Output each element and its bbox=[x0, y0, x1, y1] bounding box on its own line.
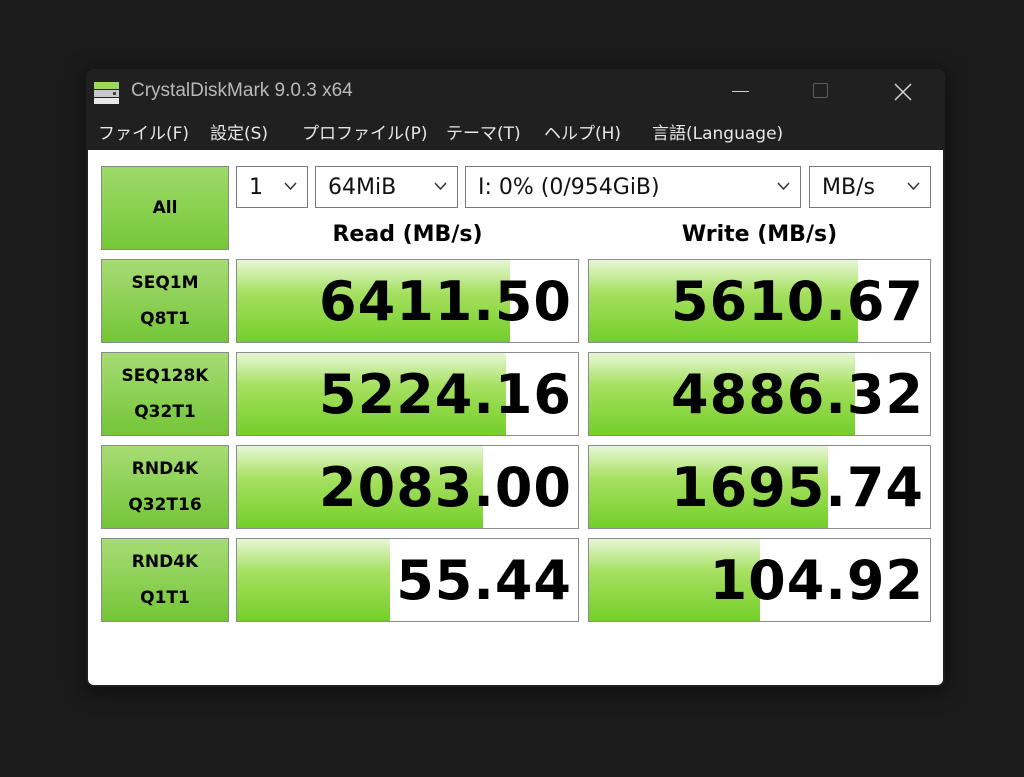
chevron-down-icon bbox=[434, 182, 447, 191]
test-params: Q32T1 bbox=[134, 402, 196, 422]
write-result: 104.92 bbox=[588, 538, 931, 622]
unit-value: MB/s bbox=[822, 174, 875, 200]
test-name: SEQ1M bbox=[131, 273, 199, 293]
test-name: SEQ128K bbox=[121, 366, 209, 386]
test-name: RND4K bbox=[131, 552, 199, 572]
test-size-select[interactable]: 64MiB bbox=[315, 166, 458, 208]
test-button-rnd4k-q32t16[interactable]: RND4K Q32T16 bbox=[101, 445, 229, 529]
test-params: Q8T1 bbox=[140, 309, 190, 329]
read-result: 5224.16 bbox=[236, 352, 579, 436]
write-result: 5610.67 bbox=[588, 259, 931, 343]
write-result: 4886.32 bbox=[588, 352, 931, 436]
read-value: 2083.00 bbox=[319, 456, 572, 519]
write-column-header: Write (MB/s) bbox=[681, 222, 838, 247]
unit-select[interactable]: MB/s bbox=[809, 166, 931, 208]
chevron-down-icon bbox=[907, 182, 920, 191]
app-window: CrystalDiskMark 9.0.3 x64 ファイル(F) 設定(S) … bbox=[86, 69, 945, 687]
read-value: 5224.16 bbox=[319, 363, 572, 426]
read-result: 6411.50 bbox=[236, 259, 579, 343]
chevron-down-icon bbox=[284, 182, 297, 191]
chevron-down-icon bbox=[777, 182, 790, 191]
test-params: Q1T1 bbox=[140, 588, 190, 608]
menu-settings[interactable]: 設定(S) bbox=[210, 119, 268, 144]
write-value: 5610.67 bbox=[671, 270, 924, 333]
main-panel: All 1 64MiB I: 0% (0/954GiB) MB/s Read (… bbox=[88, 150, 943, 685]
minimize-icon bbox=[732, 91, 749, 92]
write-value: 104.92 bbox=[709, 549, 924, 612]
test-button-rnd4k-q1t1[interactable]: RND4K Q1T1 bbox=[101, 538, 229, 622]
close-icon bbox=[894, 83, 912, 101]
title-bar[interactable]: CrystalDiskMark 9.0.3 x64 bbox=[86, 69, 945, 115]
drive-select[interactable]: I: 0% (0/954GiB) bbox=[465, 166, 801, 208]
test-count-value: 1 bbox=[249, 174, 263, 200]
minimize-button[interactable] bbox=[712, 69, 770, 115]
read-result: 55.44 bbox=[236, 538, 579, 622]
menu-file[interactable]: ファイル(F) bbox=[98, 119, 189, 144]
test-name: RND4K bbox=[131, 459, 199, 479]
maximize-icon bbox=[813, 83, 828, 98]
close-button[interactable] bbox=[874, 69, 932, 115]
read-value: 55.44 bbox=[396, 549, 572, 612]
read-value: 6411.50 bbox=[319, 270, 572, 333]
write-value: 4886.32 bbox=[671, 363, 924, 426]
window-title: CrystalDiskMark 9.0.3 x64 bbox=[131, 80, 353, 101]
all-button[interactable]: All bbox=[101, 166, 229, 250]
menu-profile[interactable]: プロファイル(P) bbox=[302, 119, 428, 144]
menu-theme[interactable]: テーマ(T) bbox=[446, 119, 521, 144]
menu-language[interactable]: 言語(Language) bbox=[652, 119, 783, 144]
drive-value: I: 0% (0/954GiB) bbox=[478, 174, 660, 200]
menu-bar: ファイル(F) 設定(S) プロファイル(P) テーマ(T) ヘルプ(H) 言語… bbox=[86, 117, 945, 147]
test-button-seq128k[interactable]: SEQ128K Q32T1 bbox=[101, 352, 229, 436]
read-bar bbox=[237, 539, 391, 621]
read-column-header: Read (MB/s) bbox=[332, 222, 483, 247]
write-result: 1695.74 bbox=[588, 445, 931, 529]
read-result: 2083.00 bbox=[236, 445, 579, 529]
test-params: Q32T16 bbox=[128, 495, 202, 515]
test-size-value: 64MiB bbox=[328, 174, 397, 200]
test-button-seq1m[interactable]: SEQ1M Q8T1 bbox=[101, 259, 229, 343]
maximize-button[interactable] bbox=[792, 69, 850, 115]
disk-app-icon bbox=[93, 80, 120, 105]
menu-help[interactable]: ヘルプ(H) bbox=[544, 119, 621, 144]
write-value: 1695.74 bbox=[671, 456, 924, 519]
test-count-select[interactable]: 1 bbox=[236, 166, 308, 208]
